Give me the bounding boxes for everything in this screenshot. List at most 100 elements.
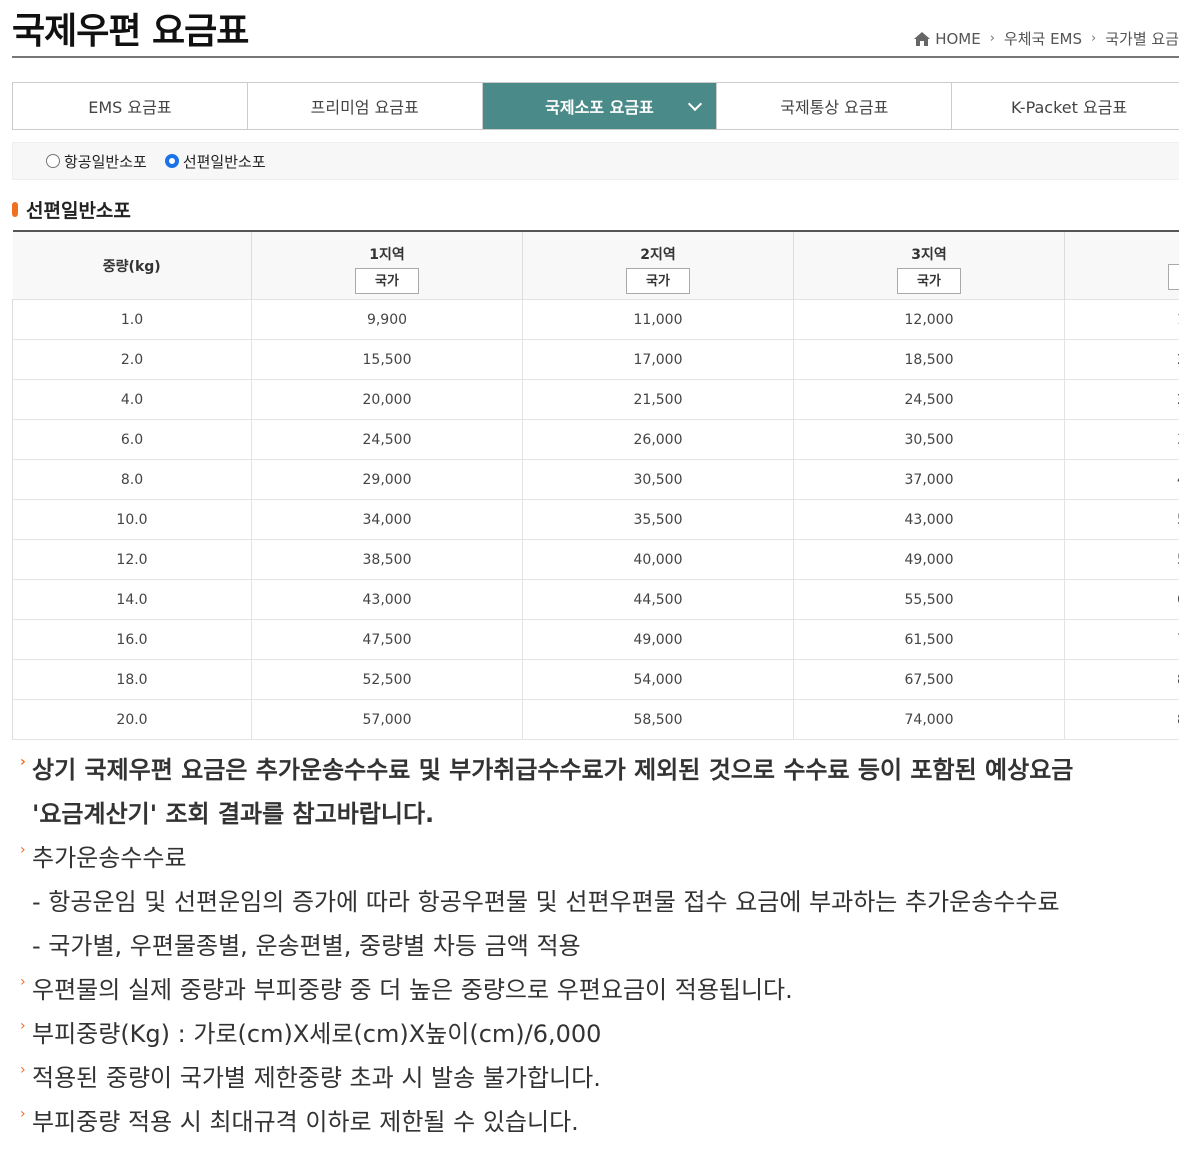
arrow-icon: › — [20, 1062, 26, 1078]
zone-header — [1064, 230, 1179, 300]
weight-cell: 16.0 — [12, 619, 252, 660]
note-item: › 부피중량(Kg) : 가로(cm)X세로(cm)X높이(cm)/6,000 — [20, 1012, 1179, 1056]
tab-kpacket[interactable]: K-Packet 요금표 — [952, 83, 1179, 129]
parcel-type-selector: 항공일반소포 선편일반소포 — [12, 142, 1179, 180]
rate-cell: 1 — [1064, 299, 1179, 340]
radio-label: 선편일반소포 — [182, 152, 266, 171]
tab-label: EMS 요금표 — [88, 98, 172, 117]
weight-cell: 12.0 — [12, 539, 252, 580]
tab-intl-parcel[interactable]: 국제소포 요금표 — [482, 83, 718, 129]
rate-cell: 18,500 — [793, 339, 1065, 380]
weight-cell: 6.0 — [12, 419, 252, 460]
table-row: 1.09,90011,00012,0001 — [12, 299, 1179, 340]
weight-cell: 1.0 — [12, 299, 252, 340]
weight-cell: 4.0 — [12, 379, 252, 420]
zone-header: 2지역 국가 — [522, 230, 794, 300]
arrow-icon: › — [20, 842, 26, 858]
table-row: 4.020,00021,50024,5002 — [12, 379, 1179, 420]
rate-cell: 43,000 — [793, 499, 1065, 540]
rate-cell: 74,000 — [793, 699, 1065, 740]
arrow-icon: › — [20, 1018, 26, 1034]
rate-cell: 21,500 — [522, 379, 794, 420]
radio-button[interactable] — [164, 154, 179, 168]
tab-ems[interactable]: EMS 요금표 — [13, 83, 248, 129]
tab-label: K-Packet 요금표 — [1010, 98, 1128, 117]
table-row: 12.038,50040,00049,0005 — [12, 539, 1179, 580]
breadcrumb-ems[interactable]: 우체국 EMS — [1004, 28, 1082, 49]
page-title: 국제우편 요금표 — [12, 11, 249, 52]
radio-air-parcel[interactable]: 항공일반소포 — [46, 151, 147, 172]
rate-cell: 3 — [1064, 419, 1179, 460]
zone-label — [1065, 244, 1179, 260]
rate-cell: 49,000 — [522, 619, 794, 660]
rate-cell: 8 — [1064, 659, 1179, 700]
breadcrumb-home[interactable]: HOME — [935, 30, 981, 48]
zone-label: 3지역 — [911, 246, 947, 263]
country-button[interactable]: 국가 — [897, 267, 961, 294]
weight-cell: 20.0 — [12, 699, 252, 740]
rate-cell: 20,000 — [251, 379, 523, 420]
table-row: 8.029,00030,50037,0004 — [12, 459, 1179, 500]
rate-cell: 24,500 — [793, 379, 1065, 420]
rate-cell: 47,500 — [251, 619, 523, 660]
radio-button[interactable] — [46, 154, 60, 168]
arrow-icon: › — [20, 974, 26, 990]
weight-cell: 14.0 — [12, 579, 252, 620]
section-title-text: 선편일반소포 — [26, 200, 131, 222]
arrow-icon: › — [20, 754, 26, 770]
rate-table: 중량(kg) 1지역 국가 2지역 국가 3지역 국가 1.0 9,900 11,000 1… — [12, 230, 1179, 740]
weight-cell: 18.0 — [12, 659, 252, 700]
notes: › 상기 국제우편 요금은 추가운송수수료 및 부가취급수수료가 제외된 것으로 … — [20, 748, 1179, 1144]
chevron-right-icon: › — [989, 31, 995, 46]
country-button[interactable]: 국가 — [355, 267, 419, 294]
home-icon — [914, 31, 931, 46]
table-row: 10.034,00035,50043,0005 — [12, 499, 1179, 540]
rate-cell: 2 — [1064, 379, 1179, 420]
chevron-down-icon[interactable] — [688, 96, 703, 112]
note-text: 추가운송수수료 — [32, 844, 187, 872]
tab-label: 국제통상 요금표 — [780, 98, 889, 117]
zone-header: 3지역국가 — [793, 230, 1065, 300]
note-text: 부피중량 적용 시 최대규격 이하로 제한될 수 있습니다. — [32, 1108, 579, 1136]
table-row: 6.024,50026,00030,5003 — [12, 419, 1179, 460]
rate-tabs: EMS 요금표 프리미엄 요금표 국제소포 요금표 국제통상 요금표 K-Pac… — [12, 82, 1179, 130]
table-row: 18.052,50054,00067,5008 — [12, 659, 1179, 700]
rate-cell: 6 — [1064, 579, 1179, 620]
rate-cell: 49,000 — [793, 539, 1065, 580]
rate-cell: 30,500 — [522, 459, 794, 500]
table-row: 2.015,50017,00018,5002 — [12, 339, 1179, 380]
radio-surface-parcel[interactable]: 선편일반소포 — [164, 151, 266, 172]
note-sub-item: - 항공운임 및 선편운임의 증가에 따라 항공우편물 및 선편우편물 접수 요… — [32, 888, 1060, 916]
bullet-icon — [12, 202, 18, 217]
rate-cell: 2 — [1064, 339, 1179, 380]
arrow-icon: › — [20, 1106, 26, 1122]
tab-premium[interactable]: 프리미엄 요금표 — [248, 83, 483, 129]
rate-cell: 44,500 — [522, 579, 794, 620]
rate-cell: 4 — [1064, 459, 1179, 500]
zone-label: 1지역 — [369, 246, 405, 263]
rate-cell: 55,500 — [793, 579, 1065, 620]
section-title: 선편일반소포 — [12, 196, 131, 223]
country-button[interactable]: 국가 — [626, 267, 690, 294]
weight-cell: 8.0 — [12, 459, 252, 500]
breadcrumb: HOME › 우체국 EMS › 국가별 요금 — [914, 28, 1179, 49]
table-row: 14.043,00044,50055,5006 — [12, 579, 1179, 620]
note-text: 상기 국제우편 요금은 추가운송수수료 및 부가취급수수료가 제외된 것으로 수… — [32, 756, 1074, 784]
rate-cell: 11,000 — [522, 299, 794, 340]
rate-cell: 26,000 — [522, 419, 794, 460]
rate-cell: 57,000 — [251, 699, 523, 740]
title-divider — [12, 56, 1179, 58]
note-text: 적용된 중량이 국가별 제한중량 초과 시 발송 불가합니다. — [32, 1064, 601, 1092]
weight-header: 중량(kg) — [12, 230, 252, 300]
rate-cell: 24,500 — [251, 419, 523, 460]
breadcrumb-country-rates[interactable]: 국가별 요금 — [1105, 28, 1179, 49]
tab-label: 프리미엄 요금표 — [310, 98, 419, 117]
table-row: 20.057,00058,50074,0008 — [12, 699, 1179, 740]
note-item: › 우편물의 실제 중량과 부피중량 중 더 높은 중량으로 우편요금이 적용됩니… — [20, 968, 1179, 1012]
note-sub-item: - 국가별, 우편물종별, 운송편별, 중량별 차등 금액 적용 — [32, 932, 581, 960]
country-button[interactable] — [1168, 263, 1179, 290]
rate-cell: 61,500 — [793, 619, 1065, 660]
rate-cell: 43,000 — [251, 579, 523, 620]
tab-intl-mail[interactable]: 국제통상 요금표 — [717, 83, 953, 129]
rate-cell: 15,500 — [251, 339, 523, 380]
